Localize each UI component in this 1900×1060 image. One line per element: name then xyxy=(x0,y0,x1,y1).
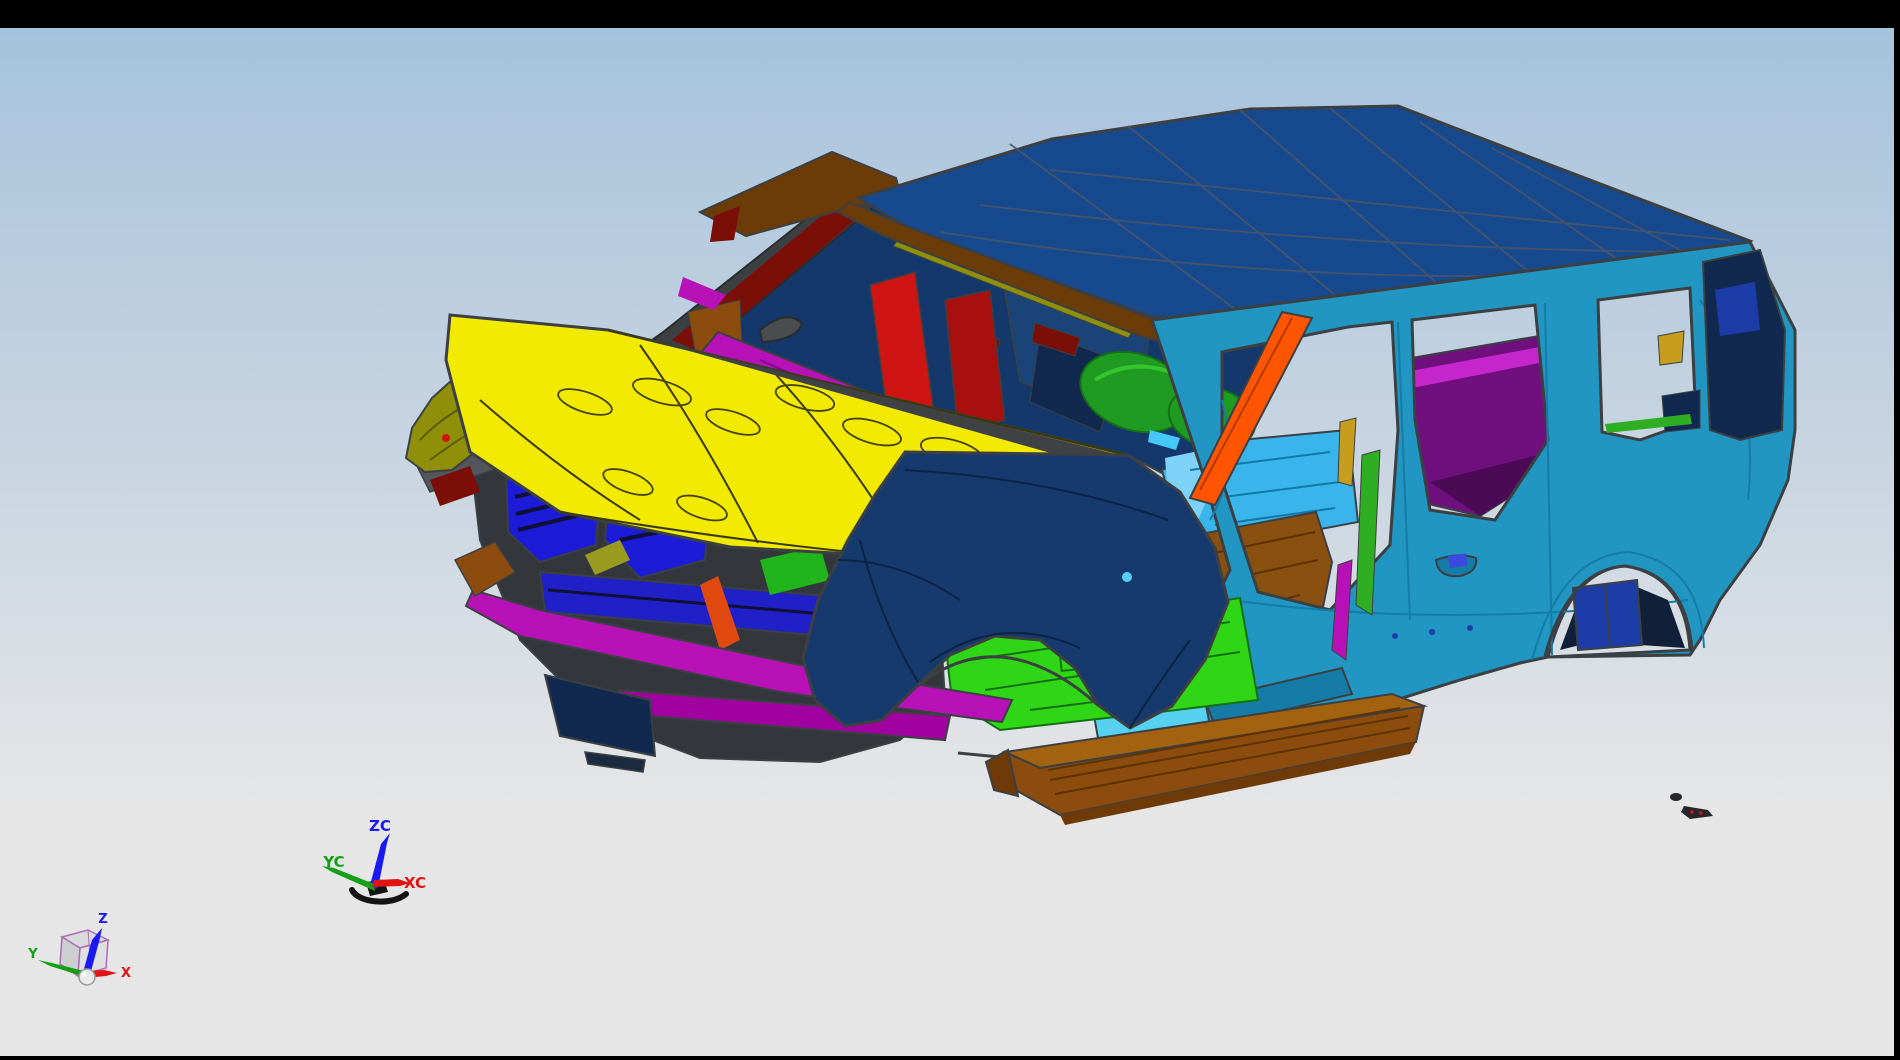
door-bolt-3 xyxy=(1467,625,1473,631)
fender-teal-hole xyxy=(1122,572,1132,582)
wcs-y-label[interactable]: YC xyxy=(322,853,344,871)
loose-parts[interactable] xyxy=(1670,793,1713,819)
debris-red-dot-2 xyxy=(1699,811,1703,815)
d-pillar-blue-insert xyxy=(1715,282,1760,336)
debris-dot[interactable] xyxy=(1670,793,1682,801)
door-bolt-1 xyxy=(1392,633,1398,639)
cube-origin-sphere[interactable] xyxy=(79,969,95,985)
quarter-window-gold-bracket xyxy=(1658,331,1684,365)
cube-y-label[interactable]: Y xyxy=(27,947,38,962)
wcs-triad[interactable]: ZC YC XC xyxy=(322,817,426,902)
graphics-viewport[interactable]: ZC YC XC Z Y X xyxy=(0,28,1894,1056)
window-right-border xyxy=(1894,0,1900,1060)
cube-x-label[interactable]: X xyxy=(121,966,131,981)
window-bottom-border xyxy=(420,1056,1900,1060)
wcs-x-label[interactable]: XC xyxy=(404,874,426,892)
debris-red-dot-1 xyxy=(1690,810,1694,814)
view-cube-triad[interactable]: Z Y X xyxy=(27,912,131,985)
model-scene: ZC YC XC Z Y X xyxy=(0,28,1894,1056)
cube-origin-sphere-highlight xyxy=(82,972,87,977)
door-handle-blue-insert xyxy=(1448,553,1467,567)
front-airdam-step xyxy=(585,752,645,772)
debris-strip[interactable] xyxy=(1681,806,1713,819)
cad-application-window: ZC YC XC Z Y X xyxy=(0,0,1900,1060)
door-bolt-2 xyxy=(1429,629,1435,635)
d-pillar-dark-window xyxy=(1703,250,1785,440)
cube-z-label[interactable]: Z xyxy=(98,912,107,927)
wcs-z-label[interactable]: ZC xyxy=(369,817,391,835)
window-top-bar xyxy=(0,0,1900,28)
fender-red-dot xyxy=(442,434,450,442)
